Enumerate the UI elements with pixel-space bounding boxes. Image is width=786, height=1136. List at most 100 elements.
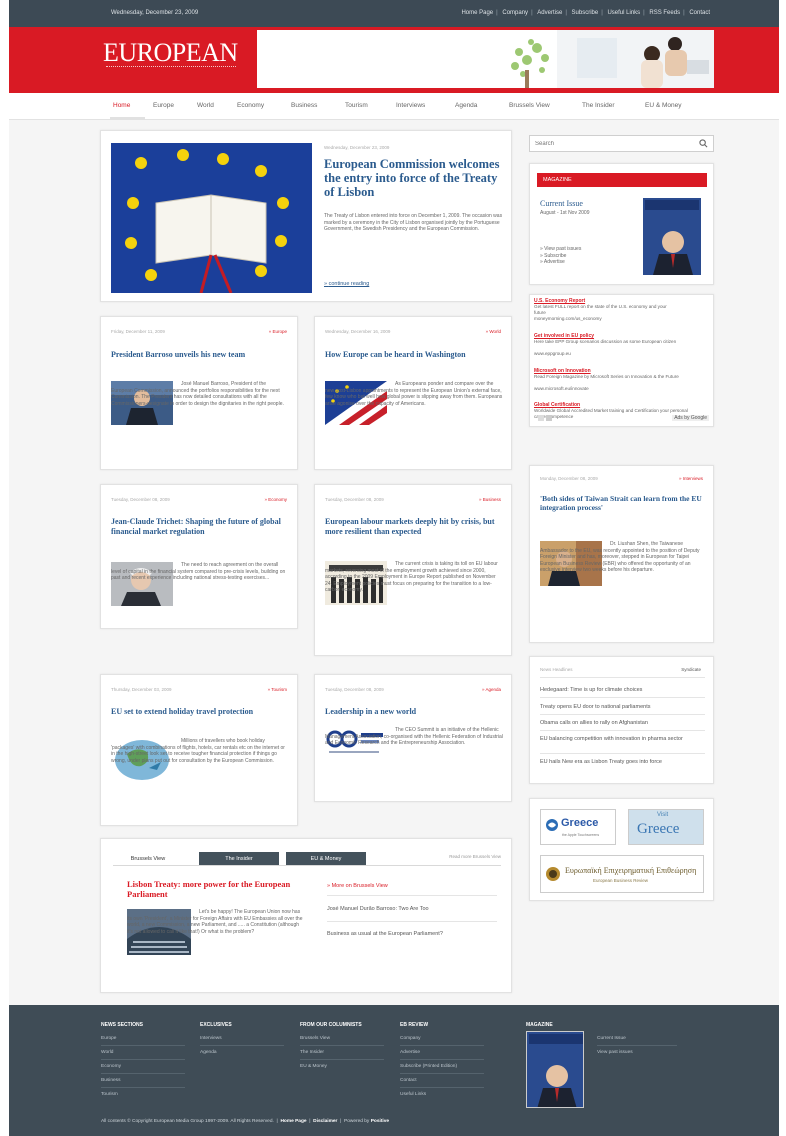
ad-next-button[interactable] — [546, 415, 552, 421]
powered-by-link[interactable]: Positive — [371, 1119, 389, 1124]
related-column-link[interactable]: José Manuel Durão Barroso: Two Are Too — [327, 906, 429, 912]
tab-the-insider[interactable]: The Insider — [199, 852, 279, 865]
article-title[interactable]: How Europe can be heard in Washington — [325, 350, 500, 360]
footer-link[interactable]: Agenda — [200, 1050, 217, 1055]
article-title[interactable]: European labour markets deeply hit by cr… — [325, 517, 503, 536]
current-issue-title[interactable]: Current Issue — [540, 199, 583, 208]
ad-text: Worldwide Global Accredited Market train… — [534, 408, 688, 419]
footer-home-link[interactable]: Home Page — [280, 1119, 306, 1124]
featured-continue-link[interactable]: » continue reading — [324, 281, 369, 287]
article-date: Tuesday, December 08, 2009 — [111, 497, 170, 502]
footer-link[interactable]: Economy — [101, 1064, 121, 1069]
ebr-logo-icon — [546, 867, 560, 881]
footer-disclaimer-link[interactable]: Disclaimer — [313, 1119, 337, 1124]
more-on-link[interactable]: » More on Brussels View — [327, 883, 388, 889]
article-category[interactable]: » Business — [479, 497, 501, 502]
top-link-useful-links[interactable]: Useful Links — [607, 10, 640, 16]
footer-link[interactable]: EU & Money — [300, 1064, 327, 1069]
tab-brussels-view[interactable]: Brussels View — [113, 852, 183, 865]
footer-divider — [101, 1087, 185, 1088]
greece-partner-banner[interactable]: Greece the Apple Touchscreens — [540, 809, 616, 845]
top-link-subscribe[interactable]: Subscribe — [572, 10, 599, 16]
nav-the-insider[interactable]: The Insider — [582, 102, 615, 109]
nav-europe[interactable]: Europe — [153, 102, 174, 109]
nav-business[interactable]: Business — [291, 102, 317, 109]
read-more-link[interactable]: Read more Brussels View — [449, 854, 501, 859]
article-category[interactable]: » Agenda — [482, 687, 501, 692]
top-link-advertise[interactable]: Advertise — [537, 10, 562, 16]
article-category[interactable]: » Europe — [269, 329, 287, 334]
footer-link[interactable]: Company — [400, 1036, 421, 1041]
ads-by-google[interactable]: Ads by Google — [672, 415, 709, 421]
footer-magazine-cover[interactable] — [526, 1031, 584, 1108]
syndicate-link[interactable]: Syndicate — [681, 667, 701, 672]
nav-agenda[interactable]: Agenda — [455, 102, 477, 109]
magazine-links: » View past issues » Subscribe » Adverti… — [540, 246, 581, 266]
article-title[interactable]: EU set to extend holiday travel protecti… — [111, 707, 289, 717]
site-logo[interactable]: EUROPEAN — [103, 38, 238, 68]
footer-past-issues-link[interactable]: View past issues — [597, 1050, 633, 1055]
nav-world[interactable]: World — [197, 102, 214, 109]
top-link-contact[interactable]: Contact — [689, 10, 710, 16]
headline-link[interactable]: Obama calls on allies to rally on Afghan… — [540, 720, 648, 726]
column-title[interactable]: Lisbon Treaty: more power for the Europe… — [127, 879, 299, 899]
article-category[interactable]: » Economy — [264, 497, 287, 502]
article-category[interactable]: » World — [486, 329, 501, 334]
footer-link[interactable]: Subscribe (Printed Edition) — [400, 1064, 457, 1069]
featured-summary: The Treaty of Lisbon entered into force … — [324, 213, 503, 232]
footer-link[interactable]: Advertise — [400, 1050, 420, 1055]
nav-interviews[interactable]: Interviews — [396, 102, 425, 109]
search-input[interactable] — [535, 139, 685, 149]
footer-link[interactable]: Business — [101, 1078, 120, 1083]
footer-link[interactable]: Europe — [101, 1036, 116, 1041]
past-issues-label: View past issues — [544, 246, 582, 252]
headline-link[interactable]: EU hails New era as Lisbon Treaty goes i… — [540, 759, 690, 766]
ad-url[interactable]: www.eppgroup.eu — [534, 351, 571, 357]
visit-greece-banner[interactable]: Visit Greece — [628, 809, 704, 845]
related-column-link[interactable]: Business as usual at the European Parlia… — [327, 931, 447, 938]
magazine-cover[interactable] — [643, 198, 701, 275]
interview-title[interactable]: 'Both sides of Taiwan Strait can learn f… — [540, 494, 705, 512]
footer-link[interactable]: Useful Links — [400, 1092, 426, 1097]
featured-image[interactable] — [111, 143, 312, 293]
footer-link[interactable]: Contact — [400, 1078, 417, 1083]
top-link-rss[interactable]: RSS Feeds — [649, 10, 680, 16]
tab-eu-money[interactable]: EU & Money — [286, 852, 366, 865]
featured-title[interactable]: European Commission welcomes the entry i… — [324, 157, 504, 199]
footer-link[interactable]: World — [101, 1050, 113, 1055]
article-title[interactable]: Jean-Claude Trichet: Shaping the future … — [111, 517, 289, 536]
footer-link[interactable]: The Insider — [300, 1050, 324, 1055]
headline-link[interactable]: Treaty opens EU door to national parliam… — [540, 704, 650, 710]
nav-brussels-view[interactable]: Brussels View — [509, 102, 550, 109]
advertise-link[interactable]: » Advertise — [540, 259, 581, 266]
footer-link[interactable]: Brussels View — [300, 1036, 330, 1041]
article-title[interactable]: Leadership in a new world — [325, 707, 503, 717]
ad-prev-button[interactable] — [538, 415, 544, 421]
nav-economy[interactable]: Economy — [237, 102, 264, 109]
footer-divider — [400, 1045, 484, 1046]
headline-link[interactable]: Hedegaard: Time is up for climate choice… — [540, 687, 642, 693]
magazine-cover-image — [527, 1032, 583, 1107]
header-banner-image[interactable] — [257, 30, 714, 88]
article-category[interactable]: » Tourism — [268, 687, 287, 692]
interview-date: Monday, December 08, 2009 — [540, 476, 598, 481]
nav-home[interactable]: Home — [113, 102, 130, 109]
ad-url[interactable]: www.microsoft.eu/innovate — [534, 386, 589, 392]
nav-eu-money[interactable]: EU & Money — [645, 102, 682, 109]
footer-link[interactable]: Interviews — [200, 1036, 222, 1041]
footer-current-issue-link[interactable]: Current Issue — [597, 1036, 626, 1041]
nav-tourism[interactable]: Tourism — [345, 102, 368, 109]
ebr-partner-banner[interactable]: Ευρωπαϊκή Επιχειρηματική Επιθεώρηση Euro… — [540, 855, 704, 893]
article-title[interactable]: President Barroso unveils his new team — [111, 350, 286, 360]
banner-illustration — [257, 30, 714, 88]
category-label: Business — [482, 497, 501, 502]
search-icon[interactable] — [699, 139, 708, 148]
top-link-company[interactable]: Company — [502, 10, 528, 16]
footer-link[interactable]: Tourism — [101, 1092, 118, 1097]
top-link-home[interactable]: Home Page — [461, 10, 493, 16]
ad-url[interactable]: moneymorning.com/us_economy — [534, 316, 602, 322]
headline-link[interactable]: EU balancing competition with innovation… — [540, 736, 690, 743]
advertise-label: Advertise — [543, 259, 565, 265]
interview-category[interactable]: » Interviews — [679, 476, 703, 481]
footer-column-heading: EB REVIEW — [400, 1022, 429, 1028]
